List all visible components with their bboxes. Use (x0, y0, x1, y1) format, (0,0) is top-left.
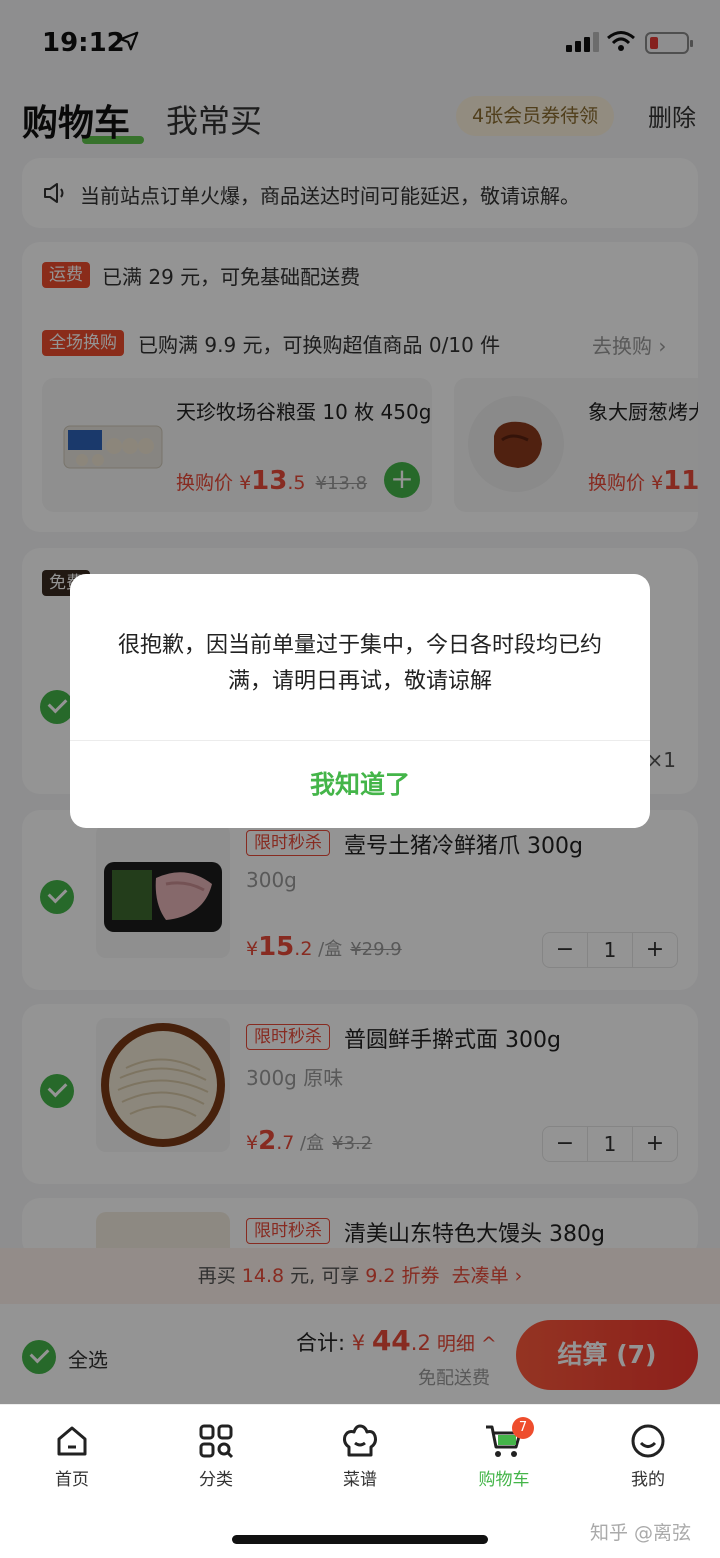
tab-recipes[interactable]: 菜谱 (310, 1423, 410, 1490)
smiley-icon (631, 1424, 665, 1458)
dialog-confirm-button[interactable]: 我知道了 (70, 741, 650, 828)
tab-profile[interactable]: 我的 (598, 1423, 698, 1490)
alert-dialog: 很抱歉，因当前单量过于集中，今日各时段均已约满，请明日再试，敬请谅解 我知道了 (70, 574, 650, 828)
tab-cart-nav[interactable]: 7 购物车 (454, 1417, 554, 1490)
tab-home[interactable]: 首页 (22, 1423, 122, 1490)
dialog-message: 很抱歉，因当前单量过于集中，今日各时段均已约满，请明日再试，敬请谅解 (117, 633, 602, 694)
cart-count-badge: 7 (512, 1417, 534, 1439)
home-icon (57, 1426, 87, 1456)
watermark: 知乎 @离弦 (590, 1522, 692, 1544)
chef-hat-icon (343, 1424, 377, 1457)
category-icon (199, 1424, 234, 1459)
tab-category[interactable]: 分类 (166, 1423, 266, 1490)
home-indicator[interactable] (232, 1535, 488, 1544)
